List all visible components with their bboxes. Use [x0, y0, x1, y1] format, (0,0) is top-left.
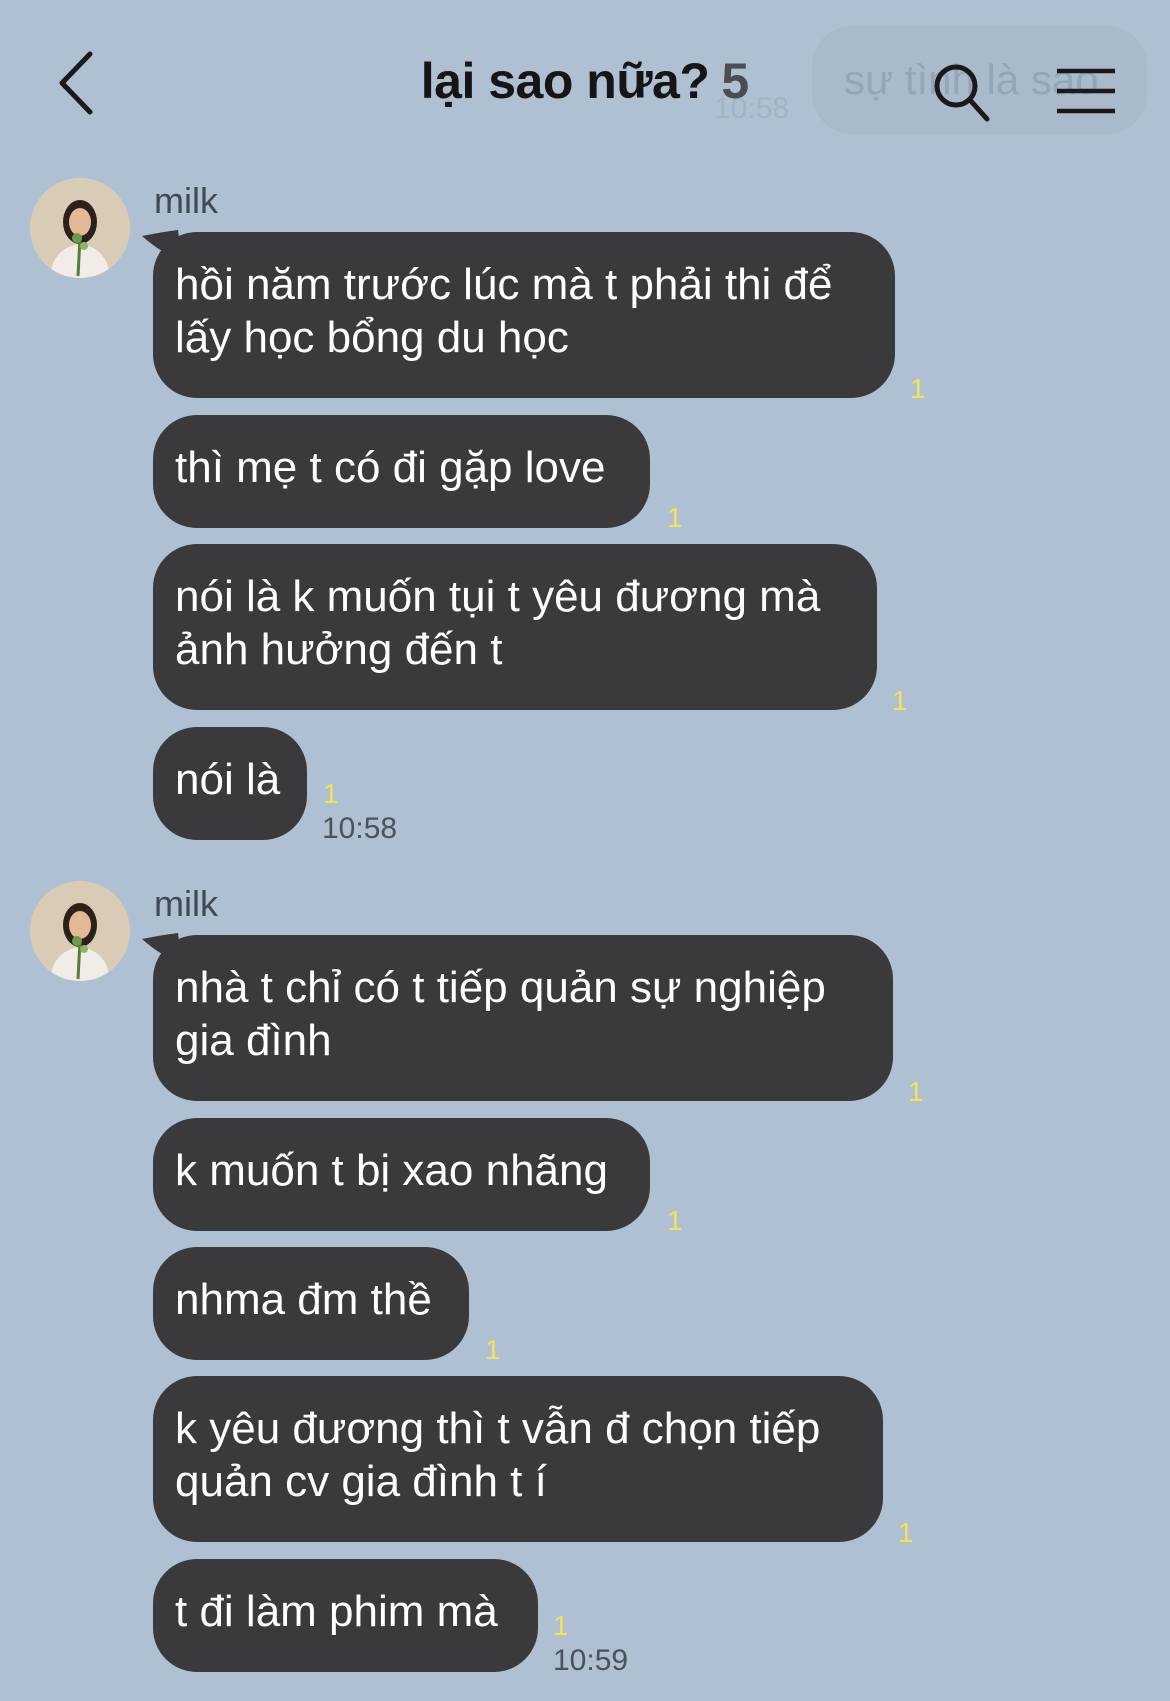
message-time: 10:58: [322, 812, 398, 845]
message-text: hồi năm trước lúc mà t phải thi để lấy h…: [175, 260, 833, 362]
message-text: nhà t chỉ có t tiếp quản sự nghiệp gia đ…: [175, 963, 826, 1065]
avatar[interactable]: [30, 178, 130, 278]
unread-count: 1: [553, 1610, 569, 1641]
unread-count: 1: [667, 1205, 683, 1236]
unread-count: 1: [910, 373, 926, 404]
menu-icon[interactable]: [1055, 66, 1117, 116]
unread-count: 1: [892, 685, 908, 716]
member-count: 5: [721, 53, 750, 109]
message-bubble[interactable]: thì mẹ t có đi gặp love: [153, 415, 650, 528]
message-bubble[interactable]: nhà t chỉ có t tiếp quản sự nghiệp gia đ…: [153, 935, 893, 1101]
chat-title: lại sao nữa?: [420, 53, 710, 109]
unread-count: 1: [898, 1517, 914, 1548]
message-bubble[interactable]: nói là k muốn tụi t yêu đương mà ảnh hưở…: [153, 544, 877, 710]
avatar[interactable]: [30, 881, 130, 981]
message-text: k muốn t bị xao nhãng: [175, 1146, 608, 1195]
unread-count: 1: [667, 502, 683, 533]
sender-name: milk: [154, 180, 218, 221]
search-icon[interactable]: [932, 62, 992, 124]
message-text: k yêu đương thì t vẫn đ chọn tiếp quản c…: [175, 1404, 821, 1506]
message-text: t đi làm phim mà: [175, 1587, 498, 1636]
sender-name: milk: [154, 883, 218, 924]
message-bubble[interactable]: nhma đm thề: [153, 1247, 469, 1360]
chat-title-area[interactable]: lại sao nữa? 5: [0, 52, 1170, 110]
message-time: 10:59: [553, 1644, 629, 1677]
message-bubble[interactable]: nói là: [153, 727, 307, 840]
chat-header: sự tình là sao 10:58 lại sao nữa? 5: [0, 0, 1170, 160]
unread-count: 1: [485, 1334, 501, 1365]
message-bubble[interactable]: k muốn t bị xao nhãng: [153, 1118, 650, 1231]
message-bubble[interactable]: k yêu đương thì t vẫn đ chọn tiếp quản c…: [153, 1376, 883, 1542]
unread-count: 1: [323, 778, 339, 809]
unread-count: 1: [908, 1076, 924, 1107]
message-bubble[interactable]: t đi làm phim mà: [153, 1559, 538, 1672]
message-text: thì mẹ t có đi gặp love: [175, 443, 606, 492]
message-text: nhma đm thề: [175, 1275, 432, 1324]
message-text: nói là: [175, 755, 281, 804]
message-bubble[interactable]: hồi năm trước lúc mà t phải thi để lấy h…: [153, 232, 895, 398]
message-text: nói là k muốn tụi t yêu đương mà ảnh hưở…: [175, 572, 821, 674]
